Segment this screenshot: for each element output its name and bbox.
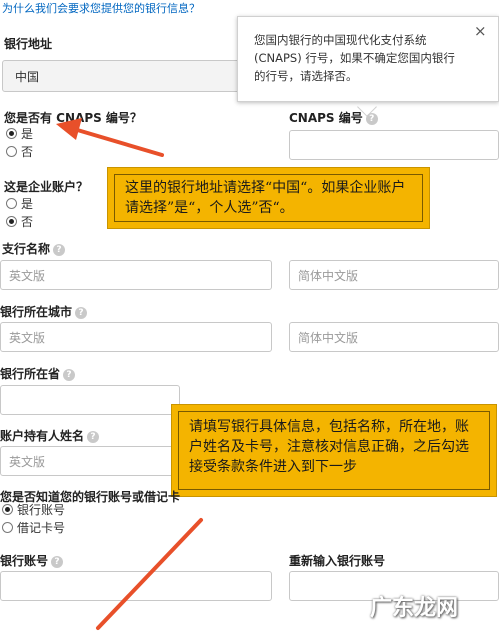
arrow-to-bottom xyxy=(96,518,203,630)
arrow-to-cnaps xyxy=(56,118,164,157)
annotation-arrows xyxy=(56,118,203,630)
watermark: 广东龙网 xyxy=(370,596,459,621)
